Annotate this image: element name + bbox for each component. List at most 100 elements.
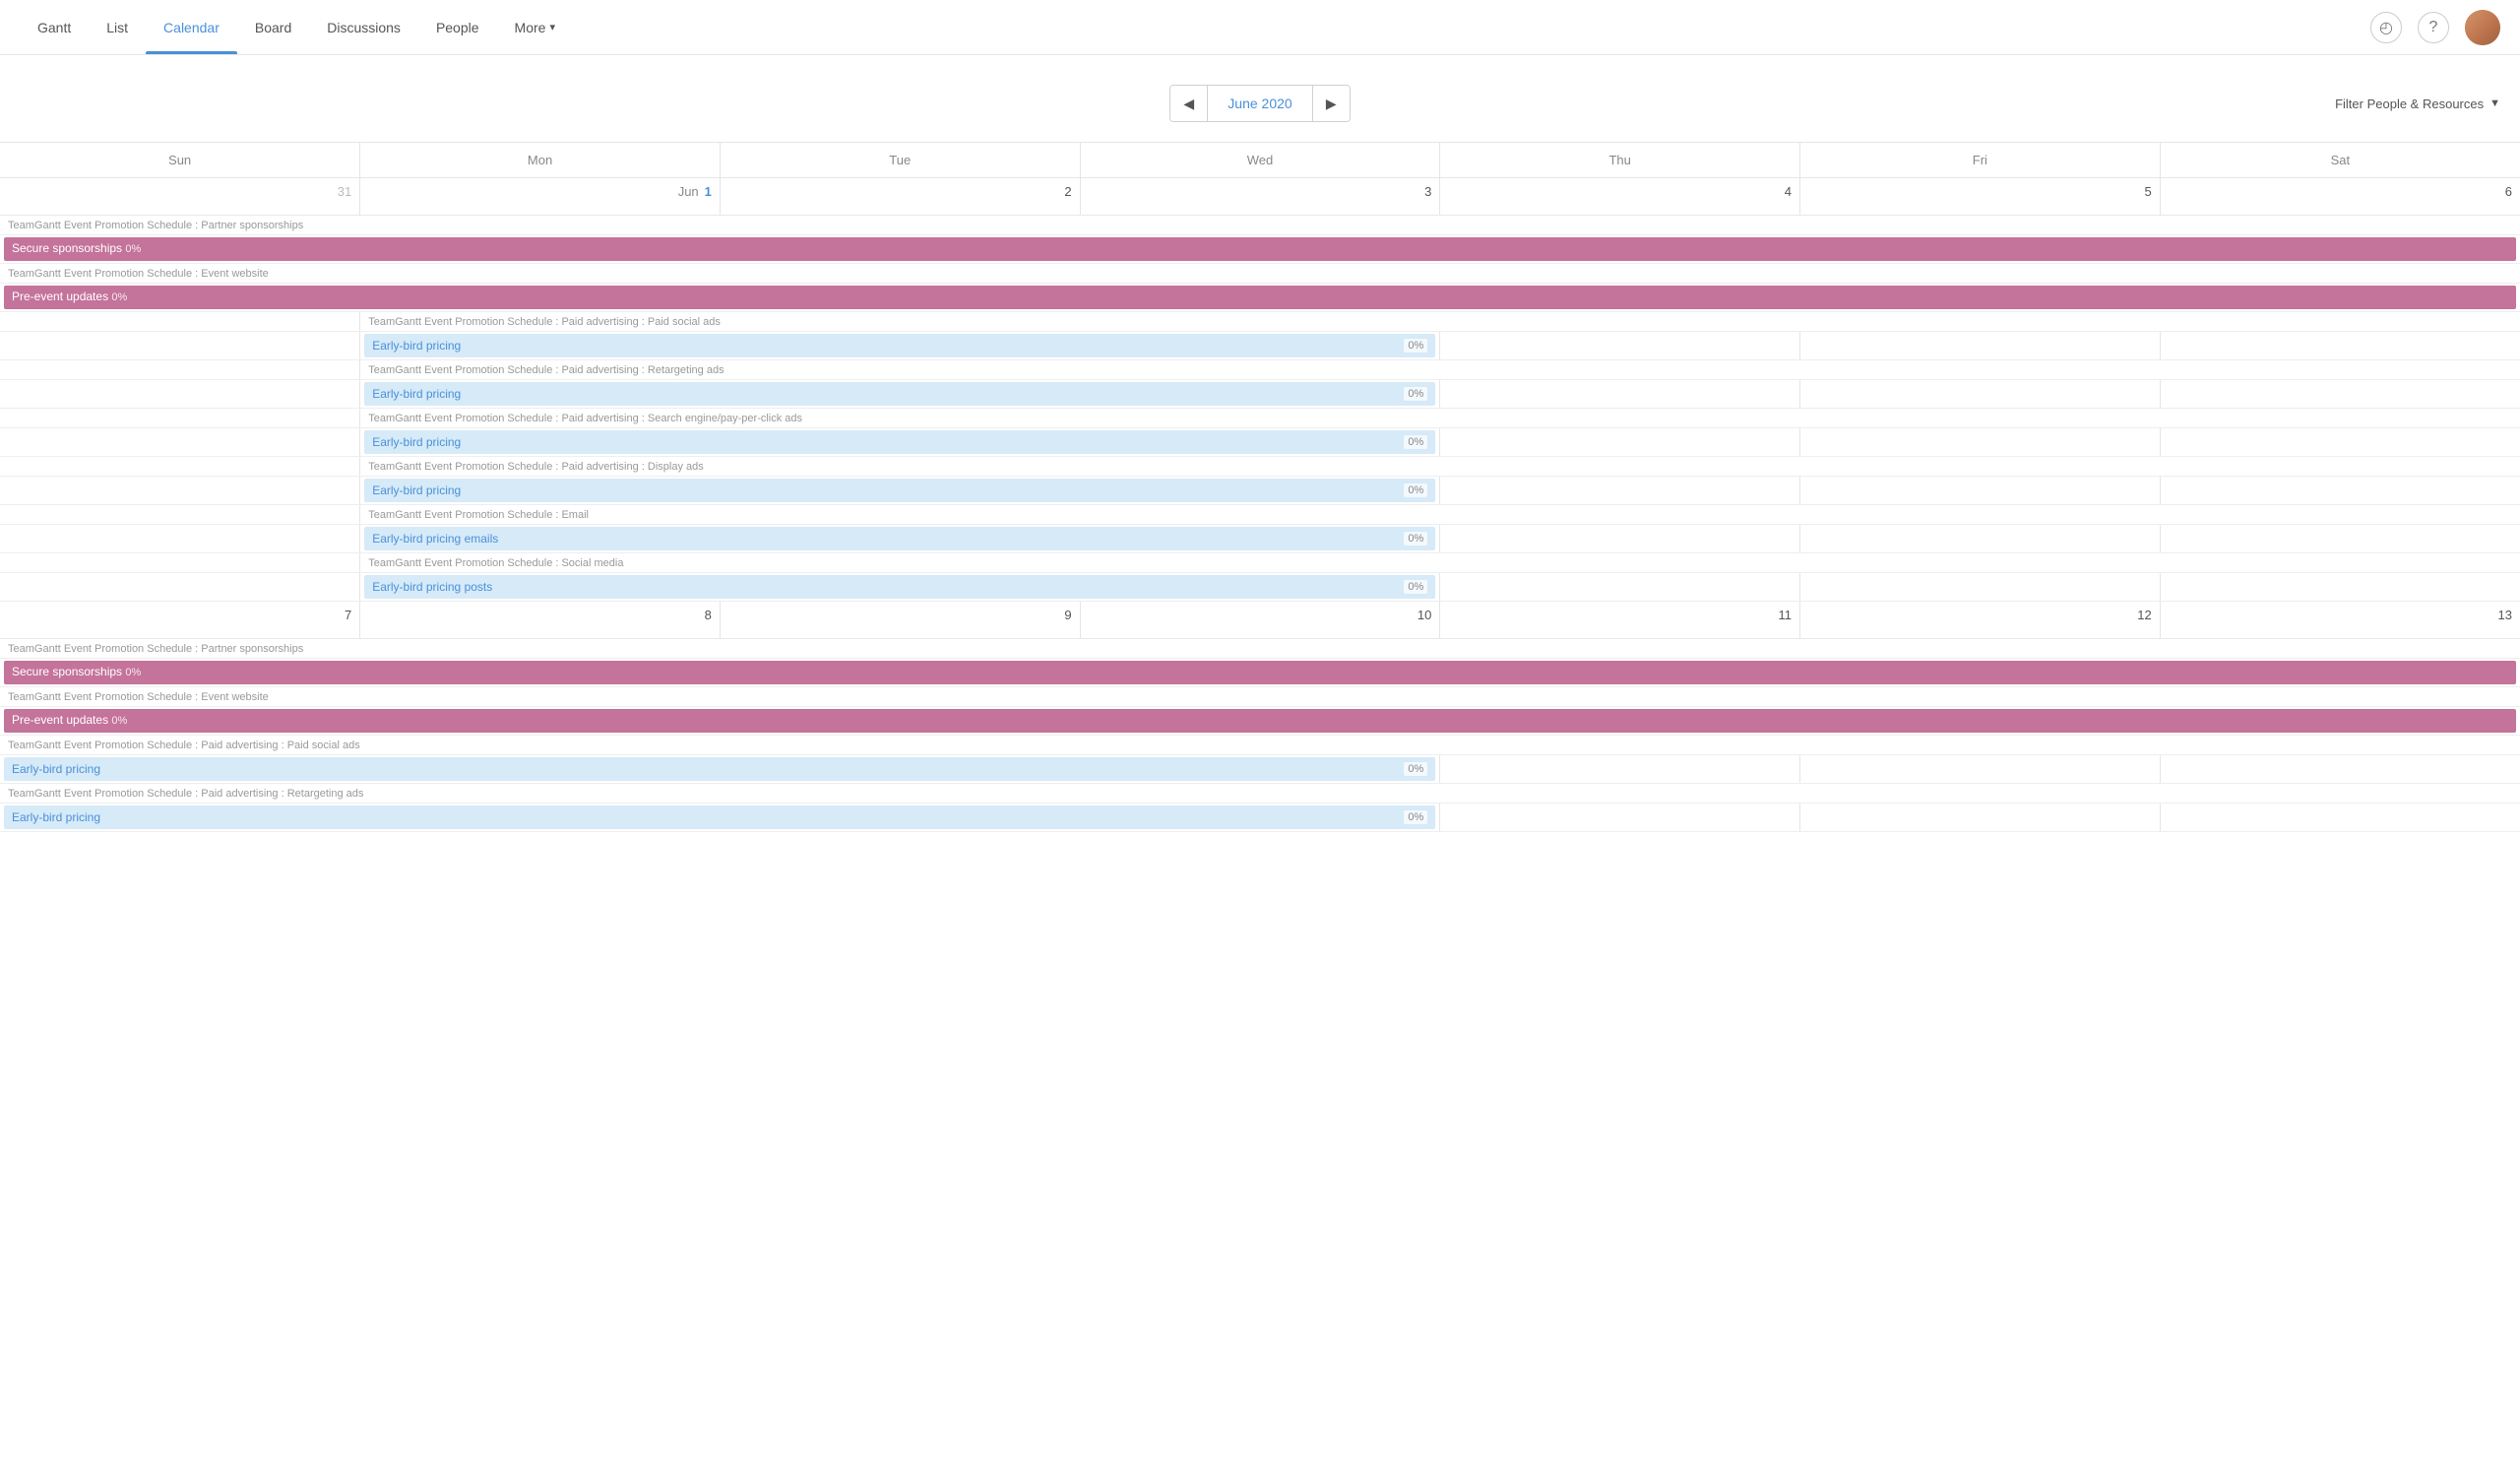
week2-pre-event-updates-bar[interactable]: Pre-event updates 0% — [4, 709, 2516, 733]
clock-icon: ◴ — [2379, 18, 2393, 37]
sub3-label: TeamGantt Event Promotion Schedule : Pai… — [360, 457, 2520, 477]
week2-sub1-bar-label: Early-bird pricing — [12, 810, 100, 824]
filter-people-resources-button[interactable]: Filter People & Resources ▼ — [2335, 97, 2500, 111]
calendar-table: Sun Mon Tue Wed Thu Fri Sat 31 Jun1 2 3 … — [0, 142, 2520, 832]
week2-bar2-label: Pre-event updates — [12, 713, 108, 727]
sub1-bar-cell[interactable]: Early-bird pricing 0% — [360, 380, 1440, 409]
filter-label: Filter People & Resources — [2335, 97, 2484, 111]
sub4-bar[interactable]: Early-bird pricing emails 0% — [364, 527, 1435, 550]
next-month-button[interactable]: ▶ — [1312, 86, 1350, 121]
nav-people[interactable]: People — [418, 0, 497, 54]
week1-bar2-cell[interactable]: Pre-event updates 0% — [0, 284, 2520, 312]
week2-sub0-bar[interactable]: Early-bird pricing 0% — [4, 757, 1435, 781]
week2-bar2-row[interactable]: Pre-event updates 0% — [0, 707, 2520, 736]
week2-sub0-bar-cell[interactable]: Early-bird pricing 0% — [0, 755, 1440, 784]
sub5-bar[interactable]: Early-bird pricing posts 0% — [364, 575, 1435, 599]
sub1-bar[interactable]: Early-bird pricing 0% — [364, 382, 1435, 406]
sub4-label: TeamGantt Event Promotion Schedule : Ema… — [360, 505, 2520, 525]
week1-breadcrumb1: TeamGantt Event Promotion Schedule : Par… — [0, 216, 2520, 235]
nav-board[interactable]: Board — [237, 0, 309, 54]
current-month-label[interactable]: June 2020 — [1208, 86, 1311, 121]
sub1-label: TeamGantt Event Promotion Schedule : Pai… — [360, 360, 2520, 380]
week1-day-row: 31 Jun1 2 3 4 5 6 — [0, 178, 2520, 216]
nav-gantt[interactable]: Gantt — [20, 0, 89, 54]
help-icon: ? — [2429, 19, 2438, 36]
week2-sub0-bar-row[interactable]: Early-bird pricing 0% — [0, 755, 2520, 784]
col-header-mon: Mon — [360, 143, 721, 178]
pre-event-updates-pct: 0% — [111, 291, 127, 303]
week2-sub1-bar-cell[interactable]: Early-bird pricing 0% — [0, 804, 1440, 832]
sub3-bar[interactable]: Early-bird pricing 0% — [364, 479, 1435, 502]
week1-sub3-breadcrumb: TeamGantt Event Promotion Schedule : Pai… — [0, 457, 2520, 477]
sub3-pct: 0% — [1404, 483, 1427, 497]
col-header-sun: Sun — [0, 143, 360, 178]
sub0-bar-label: Early-bird pricing — [372, 339, 461, 353]
help-icon-button[interactable]: ? — [2418, 12, 2449, 43]
sub2-bar[interactable]: Early-bird pricing 0% — [364, 430, 1435, 454]
sub4-bar-cell[interactable]: Early-bird pricing emails 0% — [360, 525, 1440, 553]
week2-sub0-label: TeamGantt Event Promotion Schedule : Pai… — [0, 736, 2520, 755]
week2-bar1-cell[interactable]: Secure sponsorships 0% — [0, 659, 2520, 687]
week1-bar1-row[interactable]: Secure sponsorships 0% — [0, 235, 2520, 264]
week1-sub1-bar-row[interactable]: Early-bird pricing 0% — [0, 380, 2520, 409]
sub5-label: TeamGantt Event Promotion Schedule : Soc… — [360, 553, 2520, 573]
sub4-bar-label: Early-bird pricing emails — [372, 532, 498, 546]
sub3-bar-label: Early-bird pricing — [372, 483, 461, 497]
week2-breadcrumb1: TeamGantt Event Promotion Schedule : Par… — [0, 639, 2520, 659]
secure-sponsorships-bar[interactable]: Secure sponsorships 0% — [4, 237, 2516, 261]
calendar-header-row: Sun Mon Tue Wed Thu Fri Sat — [0, 143, 2520, 178]
sub2-empty — [0, 428, 360, 457]
col-header-wed: Wed — [1080, 143, 1440, 178]
sub2-pct: 0% — [1404, 435, 1427, 449]
prev-month-button[interactable]: ◀ — [1170, 86, 1208, 121]
week2-secure-sponsorships-bar[interactable]: Secure sponsorships 0% — [4, 661, 2516, 684]
sub4-pct: 0% — [1404, 532, 1427, 546]
pre-event-updates-bar[interactable]: Pre-event updates 0% — [4, 286, 2516, 309]
day-12: 12 — [1800, 602, 2161, 639]
nav-list[interactable]: List — [89, 0, 146, 54]
week1-sub2-breadcrumb: TeamGantt Event Promotion Schedule : Pai… — [0, 409, 2520, 428]
week1-sub5-bar-row[interactable]: Early-bird pricing posts 0% — [0, 573, 2520, 602]
filter-arrow-icon: ▼ — [2489, 97, 2500, 109]
sub0-empty — [0, 332, 360, 360]
week2-breadcrumb2: TeamGantt Event Promotion Schedule : Eve… — [0, 687, 2520, 707]
calendar-view: Sun Mon Tue Wed Thu Fri Sat 31 Jun1 2 3 … — [0, 142, 2520, 832]
sub3-bar-cell[interactable]: Early-bird pricing 0% — [360, 477, 1440, 505]
week1-sub2-bar-row[interactable]: Early-bird pricing 0% — [0, 428, 2520, 457]
day-9: 9 — [720, 602, 1080, 639]
week2-bar1-pct: 0% — [125, 667, 141, 678]
sub0-pct: 0% — [1404, 339, 1427, 353]
day-7: 7 — [0, 602, 360, 639]
user-avatar[interactable] — [2465, 10, 2500, 45]
week2-sub1-bar-row[interactable]: Early-bird pricing 0% — [0, 804, 2520, 832]
week1-bar2-row[interactable]: Pre-event updates 0% — [0, 284, 2520, 312]
sub0-bar-cell[interactable]: Early-bird pricing 0% — [360, 332, 1440, 360]
sub2-bar-label: Early-bird pricing — [372, 435, 461, 449]
week1-sub4-breadcrumb: TeamGantt Event Promotion Schedule : Ema… — [0, 505, 2520, 525]
week2-sub1-bar[interactable]: Early-bird pricing 0% — [4, 805, 1435, 829]
nav-more[interactable]: More ▾ — [497, 0, 573, 54]
day-31: 31 — [0, 178, 360, 216]
week1-bar1-cell[interactable]: Secure sponsorships 0% — [0, 235, 2520, 264]
nav-discussions[interactable]: Discussions — [309, 0, 418, 54]
nav-right-actions: ◴ ? — [2370, 0, 2500, 54]
week2-sub1-breadcrumb: TeamGantt Event Promotion Schedule : Pai… — [0, 784, 2520, 804]
sub5-empty — [0, 573, 360, 602]
week2-sub0-breadcrumb: TeamGantt Event Promotion Schedule : Pai… — [0, 736, 2520, 755]
nav-calendar[interactable]: Calendar — [146, 0, 237, 54]
week2-bar1-row[interactable]: Secure sponsorships 0% — [0, 659, 2520, 687]
col-header-sat: Sat — [2160, 143, 2520, 178]
sub1-pct: 0% — [1404, 387, 1427, 401]
date-navigation: ◀ June 2020 ▶ — [1169, 85, 1350, 122]
day-13: 13 — [2160, 602, 2520, 639]
week1-sub3-bar-row[interactable]: Early-bird pricing 0% — [0, 477, 2520, 505]
sub0-bar[interactable]: Early-bird pricing 0% — [364, 334, 1435, 357]
sub5-bar-cell[interactable]: Early-bird pricing posts 0% — [360, 573, 1440, 602]
week1-sub4-bar-row[interactable]: Early-bird pricing emails 0% — [0, 525, 2520, 553]
week1-sub1-breadcrumb: TeamGantt Event Promotion Schedule : Pai… — [0, 360, 2520, 380]
clock-icon-button[interactable]: ◴ — [2370, 12, 2402, 43]
week1-sub0-bar-row[interactable]: Early-bird pricing 0% — [0, 332, 2520, 360]
col-header-tue: Tue — [720, 143, 1080, 178]
week2-bar2-cell[interactable]: Pre-event updates 0% — [0, 707, 2520, 736]
sub2-bar-cell[interactable]: Early-bird pricing 0% — [360, 428, 1440, 457]
